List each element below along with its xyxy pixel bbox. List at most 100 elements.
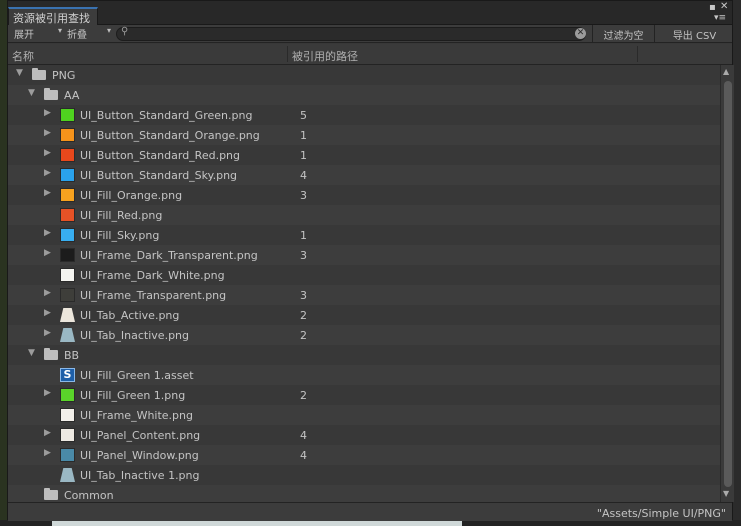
collapse-dropdown-label: 折叠 [67,30,87,41]
column-header: 名称 被引用的路径 [8,44,732,65]
tree-item-label: UI_Frame_Transparent.png [80,289,227,302]
tree-item-label: UI_Tab_Inactive 1.png [80,469,200,482]
fold-closed-icon[interactable]: ▶ [44,288,51,298]
tree-item-label: BB [64,349,80,362]
texture-thumbnail-icon [60,428,75,442]
window-menu-icon[interactable]: ▾≡ [714,13,726,23]
texture-thumbnail-icon [60,228,75,242]
tree-item-label: UI_Fill_Red.png [80,209,163,222]
tree-asset-row[interactable]: ▶ UI_Frame_Transparent.png 3 [8,285,720,305]
scroll-down-icon[interactable]: ▼ [723,489,729,498]
texture-thumbnail-icon [60,468,75,482]
tree-folder-row[interactable]: ▼ BB [8,345,720,365]
texture-thumbnail-icon [60,268,75,282]
tree-asset-row[interactable]: ▶ UI_Panel_Content.png 4 [8,425,720,445]
tree-asset-row[interactable]: UI_Frame_Dark_White.png [8,265,720,285]
tree-folder-row[interactable]: ▼ AA [8,85,720,105]
fold-closed-icon[interactable]: ▶ [44,228,51,238]
column-divider[interactable] [287,46,288,62]
column-name-header[interactable]: 名称 [12,48,34,64]
reference-count: 5 [300,109,307,122]
fold-closed-icon[interactable]: ▶ [44,308,51,318]
tree-item-label: UI_Tab_Active.png [80,309,180,322]
tree-item-label: UI_Button_Standard_Red.png [80,149,241,162]
tree-asset-row[interactable]: ▶ UI_Frame_Dark_Transparent.png 3 [8,245,720,265]
tree-asset-row[interactable]: UI_Fill_Red.png [8,205,720,225]
texture-thumbnail-icon [60,208,75,222]
texture-thumbnail-icon [60,108,75,122]
fold-closed-icon[interactable]: ▶ [44,448,51,458]
fold-open-icon[interactable]: ▼ [28,348,35,358]
tree-item-label: UI_Panel_Window.png [80,449,199,462]
scriptable-asset-icon: S [60,368,75,382]
reference-count: 1 [300,129,307,142]
tree-folder-row[interactable]: ▼ PNG [8,65,720,85]
fold-open-icon[interactable]: ▼ [28,88,35,98]
export-csv-label: 导出 CSV [672,31,717,42]
tree-item-label: AA [64,89,80,102]
dropdown-arrow-icon: ▾ [57,26,62,35]
texture-thumbnail-icon [60,408,75,422]
reference-count: 3 [300,249,307,262]
tree-asset-row[interactable]: UI_Tab_Inactive 1.png [8,465,720,485]
reference-count: 2 [300,309,307,322]
reference-count: 4 [300,449,307,462]
column-divider[interactable] [637,46,638,62]
fold-closed-icon[interactable]: ▶ [44,108,51,118]
tree-asset-row[interactable]: ▶ UI_Panel_Window.png 4 [8,445,720,465]
tree-asset-row[interactable]: UI_Frame_White.png [8,405,720,425]
tree-asset-row[interactable]: ▶ UI_Fill_Orange.png 3 [8,185,720,205]
tree-item-label: UI_Frame_White.png [80,409,193,422]
search-field[interactable]: ⚲ [116,26,586,41]
reference-count: 3 [300,289,307,302]
fold-closed-icon[interactable]: ▶ [44,168,51,178]
tree-item-label: UI_Button_Standard_Orange.png [80,129,260,142]
export-csv-button[interactable]: 导出 CSV [654,25,734,43]
expand-dropdown[interactable]: 展开 ▾ [11,26,65,41]
tree-asset-row[interactable]: ▶ UI_Fill_Sky.png 1 [8,225,720,245]
tree-folder-row[interactable]: Common [8,485,720,502]
tree-asset-row[interactable]: ▶ UI_Fill_Green 1.png 2 [8,385,720,405]
tree-asset-row[interactable]: ▶ UI_Tab_Inactive.png 2 [8,325,720,345]
folder-icon [44,88,58,100]
dropdown-arrow-icon: ▾ [106,26,111,35]
fold-closed-icon[interactable]: ▶ [44,328,51,338]
close-icon[interactable]: ✕ [720,2,728,12]
tree-item-label: UI_Fill_Sky.png [80,229,160,242]
tree-asset-row[interactable]: S UI_Fill_Green 1.asset [8,365,720,385]
texture-thumbnail-icon [60,308,75,322]
fold-closed-icon[interactable]: ▶ [44,388,51,398]
tree-asset-row[interactable]: ▶ UI_Button_Standard_Sky.png 4 [8,165,720,185]
texture-thumbnail-icon [60,168,75,182]
reference-count: 3 [300,189,307,202]
background-scene-left [0,0,7,526]
scrollbar-thumb[interactable] [724,81,732,487]
window-tab[interactable]: 资源被引用查找 [8,7,98,25]
fold-closed-icon[interactable]: ▶ [44,148,51,158]
texture-thumbnail-icon [60,388,75,402]
search-clear-icon[interactable]: ✕ [575,28,586,39]
column-path-header[interactable]: 被引用的路径 [292,48,358,64]
scroll-up-icon[interactable]: ▲ [723,67,729,76]
tree-asset-row[interactable]: ▶ UI_Button_Standard_Orange.png 1 [8,125,720,145]
tree-asset-row[interactable]: ▶ UI_Button_Standard_Red.png 1 [8,145,720,165]
maximize-icon[interactable]: ▪ [709,3,716,13]
fold-closed-icon[interactable]: ▶ [44,128,51,138]
tree-asset-row[interactable]: ▶ UI_Button_Standard_Green.png 5 [8,105,720,125]
fold-closed-icon[interactable]: ▶ [44,428,51,438]
window-tab-title: 资源被引用查找 [13,12,90,25]
fold-closed-icon[interactable]: ▶ [44,188,51,198]
tree-item-label: UI_Fill_Green 1.asset [80,369,194,382]
filter-empty-label: 过滤为空 [603,31,644,42]
fold-closed-icon[interactable]: ▶ [44,248,51,258]
tree-item-label: Common [64,489,114,502]
texture-thumbnail-icon [60,148,75,162]
collapse-dropdown[interactable]: 折叠 ▾ [64,26,114,41]
window-tab-bar: 资源被引用查找 ▪ ✕ ▾≡ [8,1,732,25]
vertical-scrollbar[interactable]: ▲ ▼ [720,65,734,502]
tree-item-label: UI_Button_Standard_Sky.png [80,169,238,182]
tree-asset-row[interactable]: ▶ UI_Tab_Active.png 2 [8,305,720,325]
fold-open-icon[interactable]: ▼ [16,68,23,78]
background-panel-right [733,0,741,526]
filter-empty-button[interactable]: 过滤为空 [592,25,654,43]
